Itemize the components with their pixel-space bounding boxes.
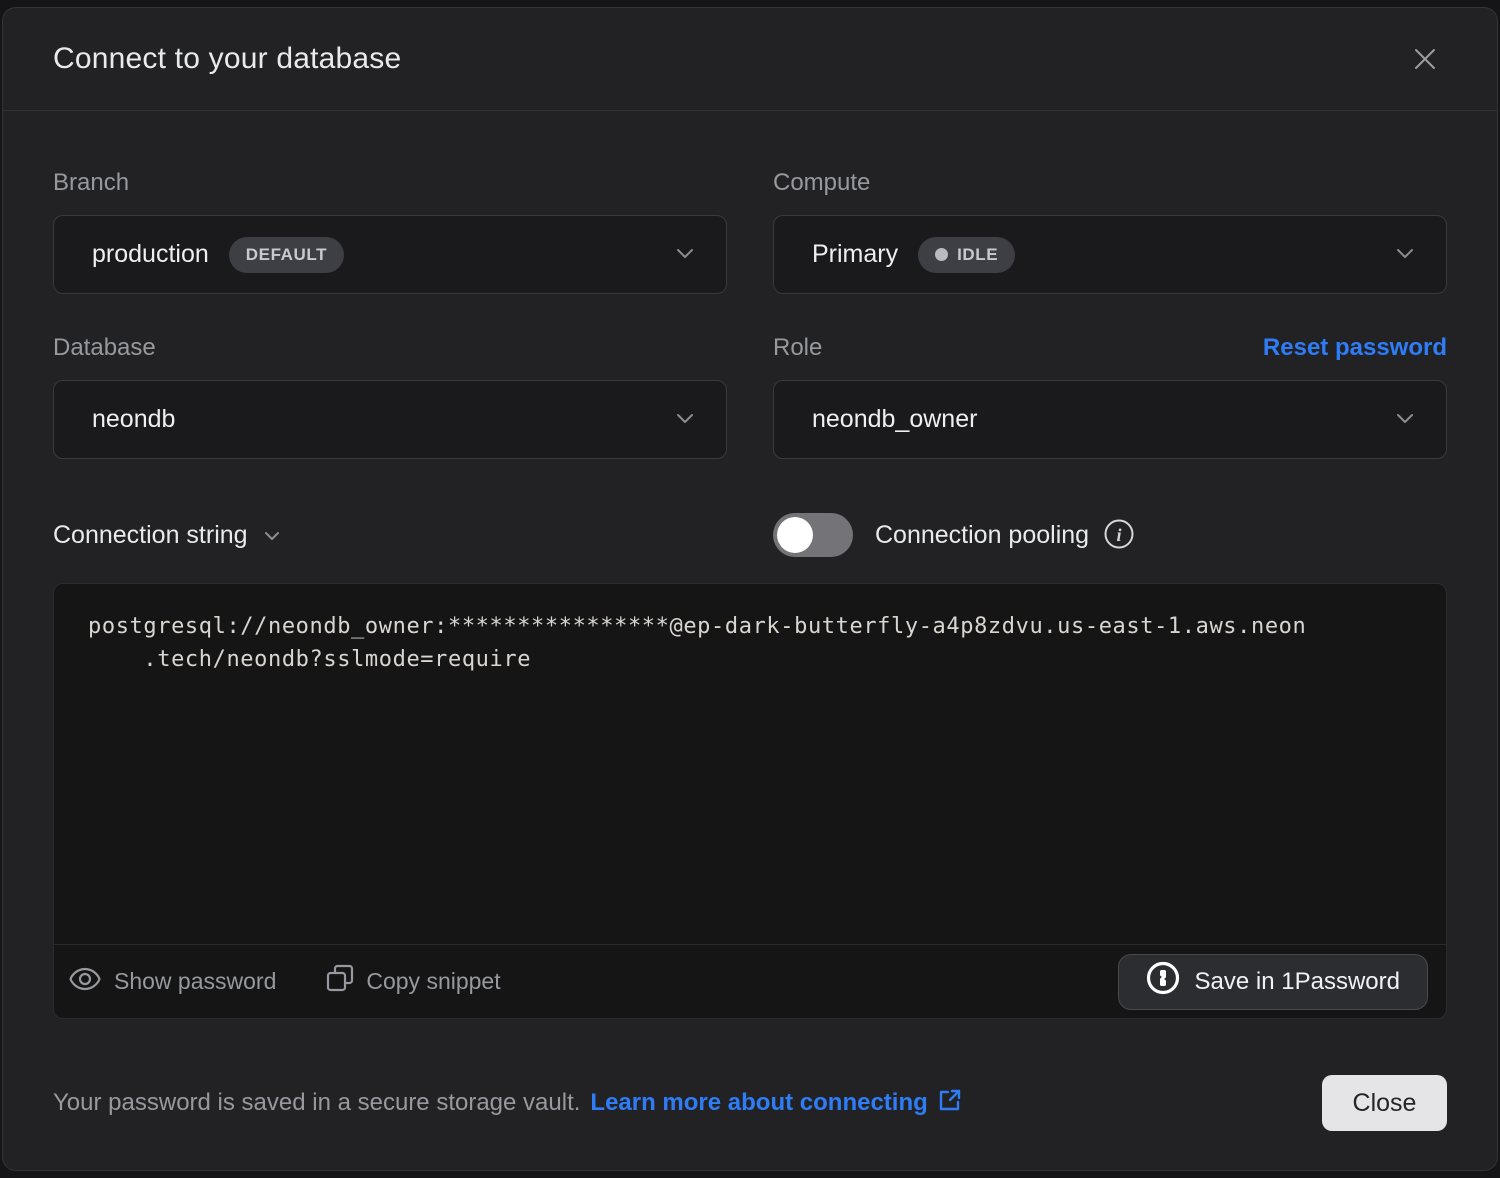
role-value: neondb_owner bbox=[812, 405, 977, 434]
chevron-down-icon bbox=[676, 246, 694, 264]
dialog-header: Connect to your database bbox=[3, 8, 1497, 111]
dialog-body: Branch Compute production DEFAULT Primar… bbox=[3, 111, 1497, 1019]
branch-select[interactable]: production DEFAULT bbox=[53, 215, 727, 294]
show-password-label: Show password bbox=[114, 968, 276, 995]
password-vault-note: Your password is saved in a secure stora… bbox=[53, 1086, 962, 1120]
show-password-button[interactable]: Show password bbox=[68, 966, 276, 998]
external-link-icon bbox=[937, 1088, 962, 1120]
copy-snippet-label: Copy snippet bbox=[366, 968, 500, 995]
chevron-down-icon bbox=[1396, 411, 1414, 429]
toggle-knob bbox=[777, 517, 813, 553]
role-select[interactable]: neondb_owner bbox=[773, 380, 1447, 459]
save-in-1password-button[interactable]: Save in 1Password bbox=[1118, 954, 1428, 1010]
copy-icon bbox=[326, 964, 354, 1000]
chevron-down-icon bbox=[1396, 246, 1414, 264]
connection-string-label: Connection string bbox=[53, 521, 248, 550]
database-label: Database bbox=[53, 334, 156, 362]
save-in-1password-label: Save in 1Password bbox=[1195, 968, 1400, 996]
learn-more-link[interactable]: Learn more about connecting bbox=[590, 1086, 961, 1120]
connection-string-dropdown[interactable]: Connection string bbox=[53, 521, 727, 550]
connection-string-box: postgresql://neondb_owner:**************… bbox=[53, 583, 1447, 1019]
connect-database-dialog: Connect to your database Branch Compute … bbox=[2, 7, 1498, 1171]
branch-label: Branch bbox=[53, 169, 129, 197]
close-icon[interactable] bbox=[1403, 37, 1447, 81]
copy-snippet-button[interactable]: Copy snippet bbox=[326, 964, 500, 1000]
compute-value: Primary bbox=[812, 240, 898, 269]
1password-icon bbox=[1146, 961, 1180, 1002]
compute-label: Compute bbox=[773, 169, 870, 197]
connection-string-value[interactable]: postgresql://neondb_owner:**************… bbox=[54, 584, 1446, 702]
chevron-down-icon bbox=[264, 528, 280, 546]
reset-password-link[interactable]: Reset password bbox=[1263, 334, 1447, 362]
dialog-footer: Your password is saved in a secure stora… bbox=[3, 1075, 1497, 1131]
database-select[interactable]: neondb bbox=[53, 380, 727, 459]
database-value: neondb bbox=[92, 405, 175, 434]
compute-select[interactable]: Primary IDLE bbox=[773, 215, 1447, 294]
connection-pooling-label: Connection pooling bbox=[875, 521, 1089, 550]
code-toolbar: Show password Copy snippet bbox=[54, 944, 1446, 1018]
connection-pooling-toggle[interactable] bbox=[773, 513, 853, 557]
dialog-title: Connect to your database bbox=[53, 42, 401, 76]
info-icon[interactable]: i bbox=[1103, 518, 1135, 555]
close-button[interactable]: Close bbox=[1322, 1075, 1447, 1131]
default-badge: DEFAULT bbox=[229, 237, 344, 273]
status-dot bbox=[935, 248, 948, 261]
eye-icon bbox=[68, 966, 102, 998]
idle-badge: IDLE bbox=[918, 237, 1015, 273]
svg-text:i: i bbox=[1117, 525, 1122, 545]
role-label: Role bbox=[773, 334, 822, 362]
chevron-down-icon bbox=[676, 411, 694, 429]
branch-value: production bbox=[92, 240, 209, 269]
